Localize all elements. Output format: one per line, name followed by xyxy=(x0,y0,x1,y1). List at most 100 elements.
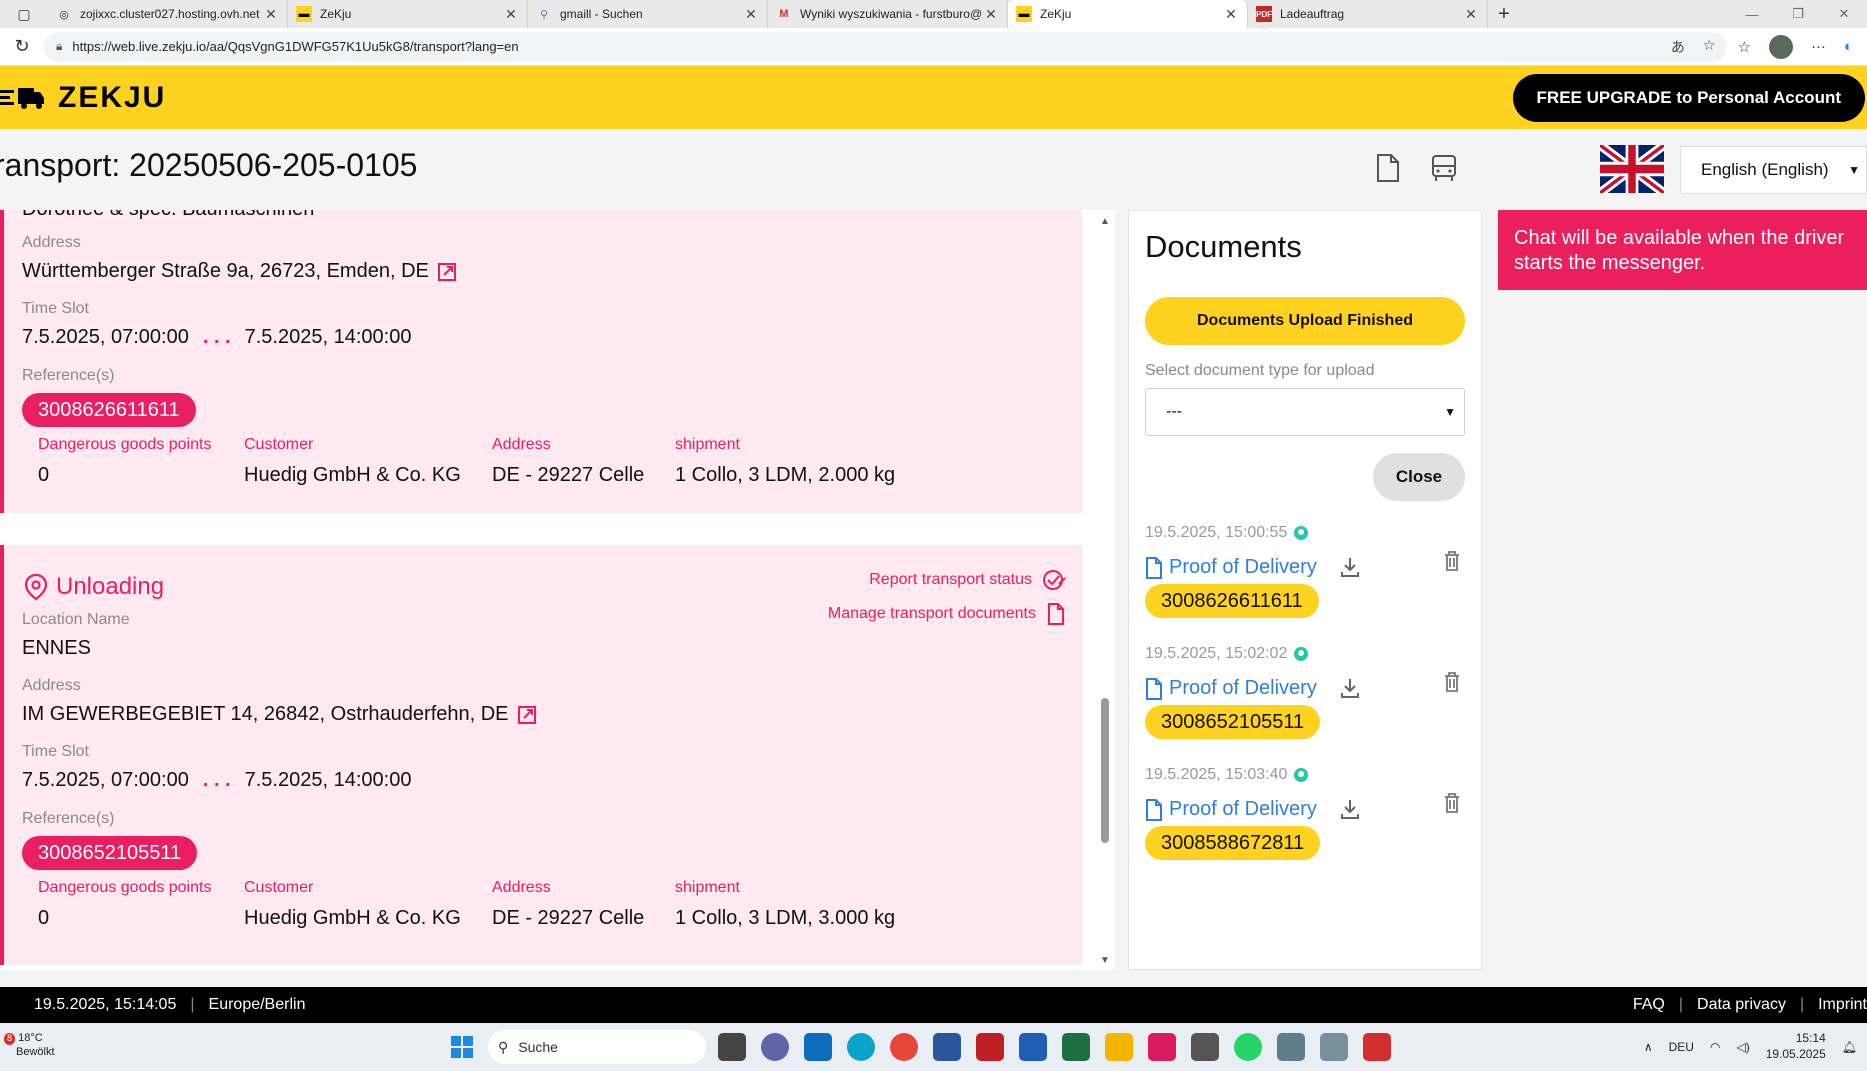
restore-icon[interactable]: ❐ xyxy=(1775,0,1821,28)
document-link[interactable]: Proof of Delivery xyxy=(1145,677,1317,700)
excel-icon[interactable] xyxy=(1062,1033,1090,1061)
trash-icon[interactable] xyxy=(1443,550,1461,572)
download-icon[interactable] xyxy=(1339,798,1361,820)
notifications-bell-icon[interactable]: 🔔︎ xyxy=(1842,1040,1857,1054)
driver-avatar-icon xyxy=(1294,526,1309,540)
weather-widget[interactable]: 8 18°C Bewölkt xyxy=(4,1031,55,1060)
taskbar-clock[interactable]: 15:14 19.05.2025 xyxy=(1766,1031,1826,1062)
report-status-link[interactable]: Report transport status xyxy=(869,569,1066,591)
close-window-icon[interactable]: ✕ xyxy=(1821,0,1867,28)
word-icon[interactable] xyxy=(933,1033,961,1061)
browser-tab-5[interactable]: PDF Ladeauftrag ✕ xyxy=(1248,0,1488,28)
documents-upload-finished-button[interactable]: Documents Upload Finished xyxy=(1145,297,1465,345)
reload-icon[interactable]: ↻ xyxy=(0,36,44,57)
footer-timezone: Europe/Berlin xyxy=(208,996,306,1013)
close-tab-icon[interactable]: ✕ xyxy=(743,6,759,23)
trash-icon[interactable] xyxy=(1443,671,1461,693)
profile-avatar[interactable] xyxy=(1768,34,1793,59)
printer-icon[interactable] xyxy=(1277,1033,1305,1061)
browser-tab-4[interactable]: ▬ ZeKju ✕ xyxy=(1008,0,1248,28)
shipment-address-value: DE - 29227 Celle xyxy=(492,464,645,486)
close-tab-icon[interactable]: ✕ xyxy=(263,6,279,23)
scanner-icon[interactable] xyxy=(1320,1033,1348,1061)
dg-value: 0 xyxy=(38,464,50,486)
document-reference-badge: 3008652105511 xyxy=(1145,705,1321,739)
more-menu-icon[interactable]: ··· xyxy=(1811,38,1826,55)
language-value: English (English) xyxy=(1701,160,1829,179)
scroll-thumb[interactable] xyxy=(1101,698,1109,843)
chrome-icon[interactable] xyxy=(890,1033,918,1061)
task-view-icon[interactable] xyxy=(718,1033,746,1061)
close-tab-icon[interactable]: ✕ xyxy=(503,6,519,23)
system-tray: ∧ DEU ◠ ◁) 15:14 19.05.2025 🔔︎ xyxy=(1644,1023,1867,1071)
browser-tab-2[interactable]: ⚲ gmaill - Suchen ✕ xyxy=(528,0,768,28)
volume-icon[interactable]: ◁) xyxy=(1736,1040,1749,1054)
scroll-down-icon[interactable]: ▼ xyxy=(1100,955,1110,966)
file-icon xyxy=(1146,677,1162,700)
imprint-link[interactable]: Imprint xyxy=(1818,996,1867,1014)
document-type-select[interactable]: --- ▼ xyxy=(1145,388,1465,436)
free-upgrade-button[interactable]: FREE UPGRADE to Personal Account xyxy=(1512,74,1865,122)
footer-datetime: 19.5.2025, 15:14:05 xyxy=(34,996,177,1013)
browser-tab-1[interactable]: ▬ ZeKju ✕ xyxy=(288,0,528,28)
location-name-value: Dorothee & spec. Baumaschinen xyxy=(22,210,314,221)
truck-icon[interactable] xyxy=(1430,153,1458,183)
acrobat-icon[interactable] xyxy=(1363,1033,1391,1061)
page-title: ransport: 20250506-205-0105 xyxy=(0,147,418,183)
tab-actions-icon[interactable]: ▢ xyxy=(0,0,48,28)
document-link[interactable]: Proof of Delivery xyxy=(1145,556,1317,579)
weather-temp: 18°C xyxy=(18,1032,43,1044)
favorites-icon[interactable]: ☆ xyxy=(1737,38,1750,56)
document-link[interactable]: Proof of Delivery xyxy=(1145,798,1317,821)
filezilla-icon[interactable] xyxy=(976,1033,1004,1061)
search-icon: ⚲ xyxy=(498,1038,509,1055)
new-tab-button[interactable]: + xyxy=(1488,0,1520,28)
stops-scrollbar[interactable]: ▲ ▼ xyxy=(1096,210,1115,970)
chevron-up-icon[interactable]: ∧ xyxy=(1644,1040,1653,1054)
download-icon[interactable] xyxy=(1339,556,1361,578)
scroll-up-icon[interactable]: ▲ xyxy=(1100,216,1110,227)
windows-start-icon[interactable] xyxy=(450,1035,474,1059)
file-explorer-icon[interactable] xyxy=(1105,1033,1133,1061)
external-link-icon[interactable] xyxy=(517,705,537,725)
browser-tab-3[interactable]: M Wyniki wyszukiwania - furstburo@ ✕ xyxy=(768,0,1008,28)
document-entry: 19.5.2025, 15:02:02 Proof of Delivery 30… xyxy=(1145,645,1465,755)
document-icon[interactable] xyxy=(1376,153,1400,183)
wifi-icon[interactable]: ◠ xyxy=(1710,1040,1720,1054)
teams-icon[interactable] xyxy=(761,1033,789,1061)
url-field[interactable]: 🔒︎ https://web.live.zekju.io/aa/QqsVgnG1… xyxy=(44,31,1728,62)
shipment-address-value: DE - 29227 Celle xyxy=(492,907,645,929)
gmail-icon: M xyxy=(779,8,789,20)
input-language[interactable]: DEU xyxy=(1669,1040,1694,1054)
address-label: Address xyxy=(22,677,81,694)
site-info-icon[interactable]: 🔒︎ xyxy=(56,39,62,54)
close-tab-icon[interactable]: ✕ xyxy=(1223,6,1239,23)
mail-app-icon[interactable] xyxy=(1191,1033,1219,1061)
translate-icon[interactable]: あ xyxy=(1671,37,1685,57)
whatsapp-icon[interactable] xyxy=(1234,1033,1262,1061)
language-select[interactable]: English (English) ▼ xyxy=(1680,146,1867,194)
document-type-label: Select document type for upload xyxy=(1145,362,1375,379)
close-tab-icon[interactable]: ✕ xyxy=(1463,6,1479,23)
copilot-icon[interactable]: ◐ xyxy=(1844,38,1853,55)
zekju-logo[interactable]: ZEKJU xyxy=(0,81,166,115)
close-button[interactable]: Close xyxy=(1373,453,1465,501)
taskbar-search[interactable]: ⚲ Suche xyxy=(488,1030,706,1064)
document-reference-badge: 3008626611611 xyxy=(1145,584,1319,618)
download-icon[interactable] xyxy=(1339,677,1361,699)
manage-documents-link[interactable]: Manage transport documents xyxy=(828,603,1066,625)
favorite-star-icon[interactable]: ☆ xyxy=(1703,37,1716,57)
browser-tab-0[interactable]: ◎ zojixxc.cluster027.hosting.ovh.net ✕ xyxy=(48,0,288,28)
faq-link[interactable]: FAQ xyxy=(1633,996,1665,1014)
store-icon[interactable] xyxy=(1019,1033,1047,1061)
trash-icon[interactable] xyxy=(1443,792,1461,814)
close-tab-icon[interactable]: ✕ xyxy=(983,6,999,23)
outlook-icon[interactable] xyxy=(804,1033,832,1061)
edge-icon[interactable] xyxy=(847,1033,875,1061)
privacy-link[interactable]: Data privacy xyxy=(1697,996,1786,1014)
snipping-tool-icon[interactable] xyxy=(1148,1033,1176,1061)
time-separator: . . . xyxy=(202,769,231,791)
document-entry: 19.5.2025, 15:00:55 Proof of Delivery 30… xyxy=(1145,524,1465,634)
external-link-icon[interactable] xyxy=(437,262,457,282)
minimize-icon[interactable]: — xyxy=(1729,0,1775,28)
